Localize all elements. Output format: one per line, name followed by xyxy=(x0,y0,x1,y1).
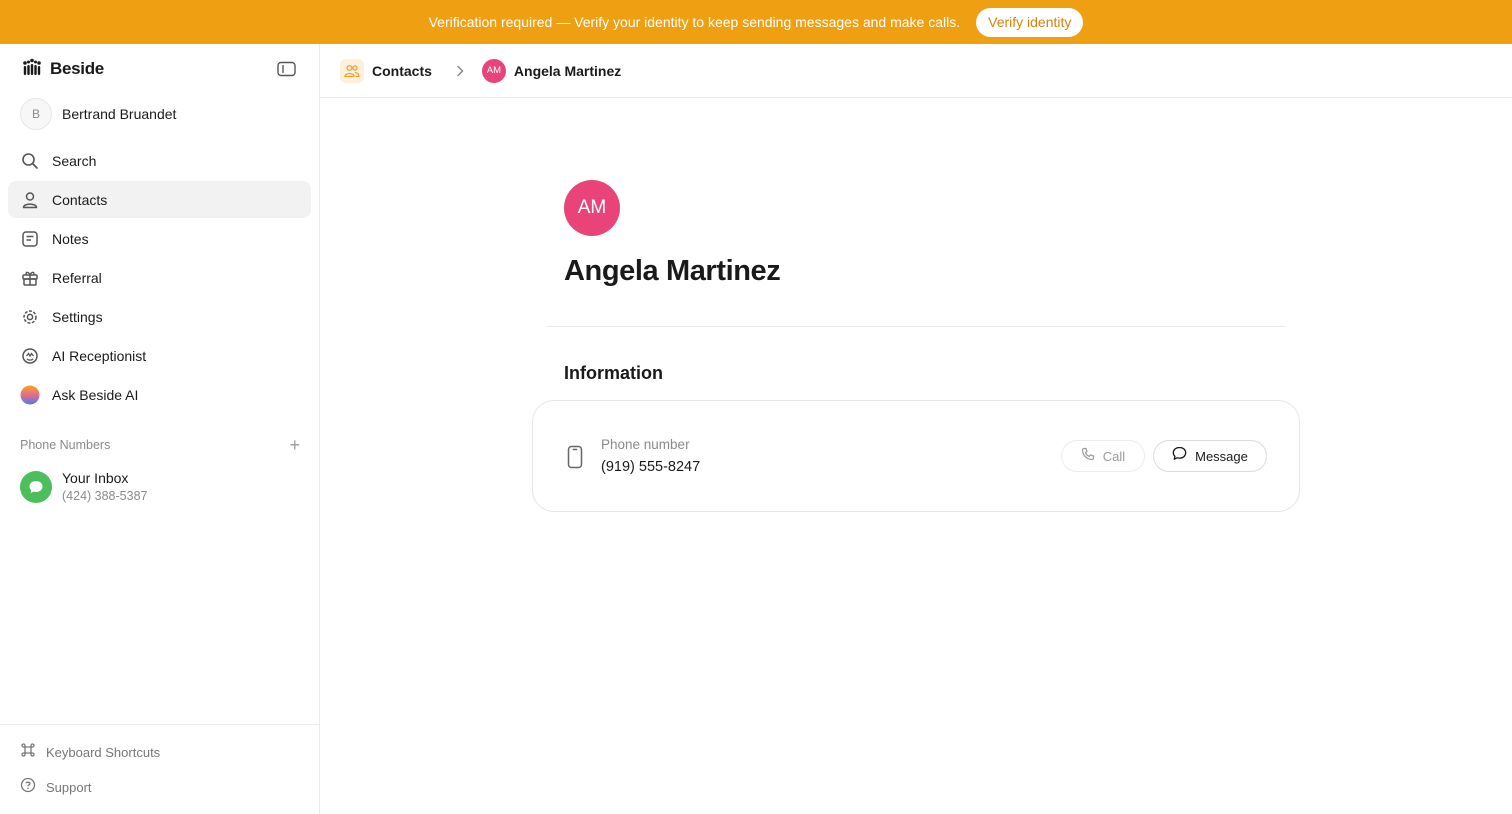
breadcrumb: Contacts AM Angela Martinez xyxy=(320,44,1512,98)
inbox-title: Your Inbox xyxy=(62,470,129,486)
phone-value: (919) 555-8247 xyxy=(601,459,701,475)
sidebar-item-label: Ask Beside AI xyxy=(52,386,139,403)
sidebar-item-referral[interactable]: Referral xyxy=(8,259,311,296)
chevron-right-icon xyxy=(456,65,464,77)
message-label: Message xyxy=(1195,448,1248,464)
phone-numbers-title: Phone Numbers xyxy=(20,438,111,452)
chat-bubble-icon xyxy=(20,470,52,503)
sidebar-item-contacts[interactable]: Contacts xyxy=(8,181,311,218)
phone-label: Phone number xyxy=(601,437,690,452)
divider xyxy=(547,326,1285,327)
sidebar-item-label: Notes xyxy=(52,230,89,247)
person-icon xyxy=(20,190,40,210)
sidebar-item-label: Search xyxy=(52,152,97,169)
call-button[interactable]: Call xyxy=(1061,440,1145,472)
sidebar-toggle-icon[interactable] xyxy=(277,61,296,77)
support-link[interactable]: Support xyxy=(20,777,92,798)
user-name: Bertrand Bruandet xyxy=(62,106,177,122)
help-icon xyxy=(20,777,36,798)
command-icon xyxy=(20,742,36,763)
keyboard-shortcuts-link[interactable]: Keyboard Shortcuts xyxy=(20,742,160,763)
sidebar-item-label: Settings xyxy=(52,308,103,325)
mobile-phone-icon xyxy=(567,445,583,474)
brand[interactable]: Beside xyxy=(22,58,104,80)
inbox-item[interactable]: Your Inbox (424) 388-5387 xyxy=(20,470,147,503)
information-title: Information xyxy=(564,363,663,383)
brand-name: Beside xyxy=(50,59,104,78)
sidebar-item-ask-beside-ai[interactable]: Ask Beside AI xyxy=(8,376,311,413)
message-bubble-icon xyxy=(1172,446,1187,466)
sidebar: Beside B Bertrand Bruandet Search Contac… xyxy=(0,44,320,814)
ai-receptionist-icon xyxy=(20,346,40,366)
keyboard-shortcuts-label: Keyboard Shortcuts xyxy=(46,745,161,760)
contact-avatar: AM xyxy=(564,180,620,236)
contacts-group-icon xyxy=(340,58,364,83)
sidebar-item-label: Contacts xyxy=(52,191,108,208)
search-icon xyxy=(20,151,40,171)
breadcrumb-contact-name: Angela Martinez xyxy=(513,62,622,79)
sidebar-item-label: AI Receptionist xyxy=(52,347,147,364)
inbox-number: (424) 388-5387 xyxy=(62,489,148,503)
phone-icon xyxy=(1081,447,1095,466)
beside-logo-icon xyxy=(22,58,42,81)
page-title: Angela Martinez xyxy=(564,255,781,287)
sidebar-item-search[interactable]: Search xyxy=(8,142,311,179)
phone-info-card: Phone number (919) 555-8247 Call Message xyxy=(532,400,1300,512)
phone-numbers-header: Phone Numbers + xyxy=(20,436,300,454)
sidebar-item-notes[interactable]: Notes xyxy=(8,220,311,257)
sidebar-item-label: Referral xyxy=(52,269,102,286)
call-label: Call xyxy=(1102,448,1126,464)
breadcrumb-avatar: AM xyxy=(481,58,506,83)
message-button[interactable]: Message xyxy=(1153,440,1267,472)
verify-identity-button[interactable]: Verify identity xyxy=(976,7,1084,37)
gradient-orb-icon xyxy=(20,385,40,405)
user-profile[interactable]: B Bertrand Bruandet xyxy=(20,98,176,130)
support-label: Support xyxy=(46,780,92,795)
breadcrumb-contacts[interactable]: Contacts xyxy=(372,63,432,79)
sidebar-footer: Keyboard Shortcuts Support xyxy=(0,724,319,814)
banner-text: Verification required — Verify your iden… xyxy=(428,14,961,30)
gift-icon xyxy=(20,268,40,288)
verification-banner: Verification required — Verify your iden… xyxy=(0,0,1512,44)
sidebar-item-ai-receptionist[interactable]: AI Receptionist xyxy=(8,337,311,374)
avatar: B xyxy=(20,98,52,130)
sidebar-item-settings[interactable]: Settings xyxy=(8,298,311,335)
sidebar-nav: Search Contacts Notes Referral Settings xyxy=(8,142,311,415)
gear-icon xyxy=(20,307,40,327)
note-icon xyxy=(20,229,40,249)
add-phone-number-icon[interactable]: + xyxy=(289,436,300,454)
